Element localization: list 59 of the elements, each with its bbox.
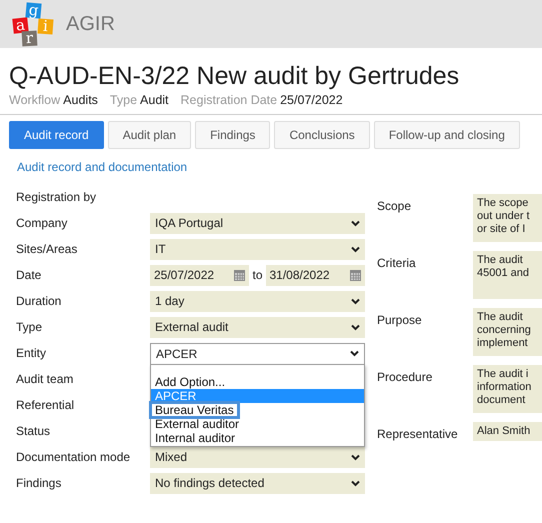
date-field[interactable]: 25/07/2022	[150, 264, 250, 286]
field-label: Representative	[377, 426, 459, 441]
field-label: Sites/Areas	[16, 242, 78, 256]
meta-label: Registration Date	[180, 93, 278, 107]
field-label: Criteria	[377, 255, 417, 270]
field-label: Company	[16, 216, 68, 230]
field-label: Purpose	[377, 312, 423, 327]
field-label: Scope	[377, 198, 412, 213]
dropdown[interactable]: No findings detected	[150, 472, 365, 494]
dropdown-option[interactable]: External auditor	[151, 416, 244, 430]
field-label: Duration	[16, 294, 62, 308]
field-label: Type	[16, 320, 44, 334]
tab[interactable]: Follow-up and closing	[374, 121, 520, 149]
tab[interactable]: Findings	[195, 121, 270, 149]
calendar-icon	[350, 270, 361, 280]
dropdown[interactable]: IQA Portugal	[150, 212, 365, 234]
field-label: Procedure	[377, 369, 434, 384]
dropdown-option[interactable]: Bureau Veritas	[151, 402, 238, 416]
field-label: Documentation mode	[16, 450, 132, 464]
meta-value: Audits	[63, 93, 98, 107]
tab[interactable]: Audit record	[9, 121, 104, 149]
chevron-icon	[351, 220, 360, 226]
dropdown[interactable]: APCER	[150, 342, 365, 364]
chevron-icon	[350, 350, 359, 357]
chevron-icon	[351, 246, 360, 252]
field-label: Referential	[16, 398, 76, 412]
chevron-icon	[351, 454, 360, 460]
meta-value: 25/07/2022	[280, 93, 343, 107]
section-link[interactable]: Audit record and documentation	[17, 160, 188, 174]
dropdown-option[interactable]: Internal auditor	[151, 430, 240, 444]
dropdown[interactable]: IT	[150, 238, 365, 260]
calendar-icon	[234, 270, 246, 280]
text-area[interactable]: The audit concerning implement	[473, 308, 542, 356]
meta-label: Workflow	[9, 93, 60, 107]
dropdown[interactable]: External audit	[150, 316, 365, 338]
text-area[interactable]: The audit i information document	[473, 365, 542, 413]
chevron-icon	[351, 298, 360, 304]
app-name: AGIR	[66, 12, 115, 36]
chevron-icon	[351, 324, 360, 330]
tab[interactable]: Audit plan	[108, 121, 192, 149]
text-area[interactable]: The audit 45001 and	[473, 251, 542, 299]
tab[interactable]: Conclusions	[274, 121, 370, 149]
meta-label: Type	[110, 93, 138, 107]
field-label: Audit team	[16, 372, 74, 386]
field-label: Entity	[16, 346, 48, 360]
date-field[interactable]: 31/08/2022	[266, 264, 365, 286]
dropdown[interactable]: 1 day	[150, 290, 365, 312]
date-separator: to	[252, 268, 262, 282]
record-title: Q-AUD-EN-3/22 New audit by Gertrudes	[9, 61, 460, 91]
field-label: Findings	[16, 476, 62, 490]
field-label: Registration by	[16, 190, 98, 204]
field-label: Date	[16, 268, 42, 282]
text-area[interactable]: Alan Smith	[473, 422, 542, 441]
dropdown-option[interactable]: Add Option...	[151, 374, 230, 388]
meta-value: Audit	[140, 93, 169, 107]
text-area[interactable]: The scope out under t or site of I	[473, 194, 542, 242]
field-label: Status	[16, 424, 52, 438]
dropdown[interactable]: Mixed	[150, 446, 365, 468]
chevron-icon	[351, 480, 360, 486]
